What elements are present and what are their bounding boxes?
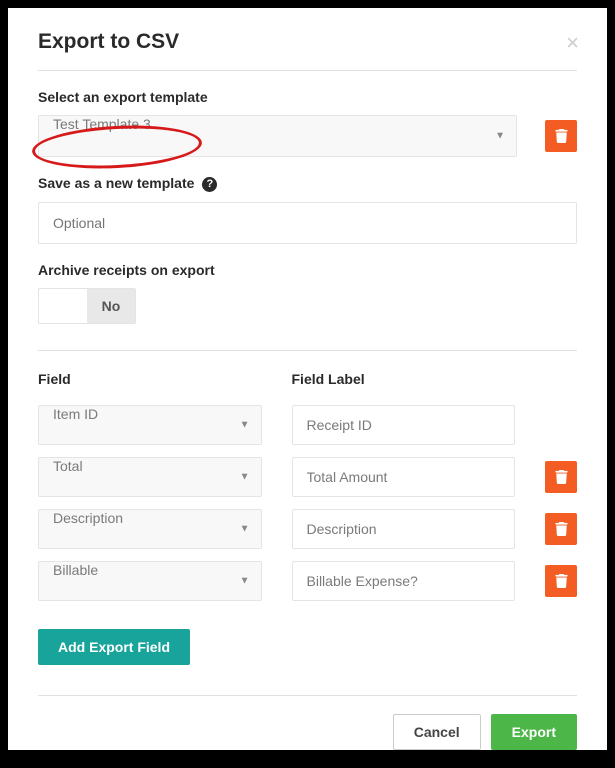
delete-template-button[interactable] [545, 120, 577, 152]
field-row: Total▼ [38, 457, 577, 497]
field-header: Field [38, 371, 262, 387]
field-row: Description▼ [38, 509, 577, 549]
modal-body: Select an export template Test Template … [8, 89, 607, 665]
field-select[interactable]: Item ID▼ [38, 405, 262, 445]
add-export-field-button[interactable]: Add Export Field [38, 629, 190, 665]
field-label-input[interactable] [292, 561, 516, 601]
field-select-value: Total [38, 457, 262, 497]
field-select-value: Billable [38, 561, 262, 601]
delete-field-button[interactable] [545, 513, 577, 545]
field-label-input-wrap [292, 405, 516, 445]
field-row: Billable▼ [38, 561, 577, 601]
field-label-input-wrap [292, 509, 516, 549]
field-label-input[interactable] [292, 509, 516, 549]
archive-no: No [87, 289, 135, 323]
field-label-input[interactable] [292, 457, 516, 497]
divider [38, 70, 577, 71]
export-csv-modal: Export to CSV × Select an export templat… [8, 8, 607, 750]
trash-icon [555, 129, 568, 143]
archive-yes [39, 289, 87, 323]
delete-field-button[interactable] [545, 565, 577, 597]
field-select[interactable]: Description▼ [38, 509, 262, 549]
help-icon[interactable]: ? [202, 177, 217, 192]
fields-header-row: Field Field Label [38, 371, 577, 387]
template-row: Test Template 3 ▼ [38, 115, 577, 157]
save-as-label: Save as a new template ? [38, 175, 577, 192]
cancel-button[interactable]: Cancel [393, 714, 481, 750]
template-select[interactable]: Test Template 3 ▼ [38, 115, 517, 157]
trash-icon [555, 574, 568, 588]
field-label-input-wrap [292, 561, 516, 601]
trash-icon [555, 470, 568, 484]
archive-label: Archive receipts on export [38, 262, 577, 278]
divider [38, 350, 577, 351]
template-select-value: Test Template 3 [38, 115, 517, 157]
fields-container: Item ID▼ Total▼ Description▼ Billable▼ [38, 405, 577, 601]
template-label: Select an export template [38, 89, 577, 105]
field-label-input-wrap [292, 457, 516, 497]
delete-field-button[interactable] [545, 461, 577, 493]
trash-icon [555, 522, 568, 536]
modal-header: Export to CSV × [8, 8, 607, 64]
archive-toggle[interactable]: No [38, 288, 136, 324]
field-select[interactable]: Total▼ [38, 457, 262, 497]
close-icon[interactable]: × [566, 32, 579, 54]
export-button[interactable]: Export [491, 714, 577, 750]
field-select-value: Item ID [38, 405, 262, 445]
modal-title: Export to CSV [38, 30, 577, 54]
field-label-input[interactable] [292, 405, 516, 445]
save-as-input[interactable] [38, 202, 577, 244]
field-select-value: Description [38, 509, 262, 549]
field-row: Item ID▼ [38, 405, 577, 445]
field-select[interactable]: Billable▼ [38, 561, 262, 601]
field-label-header: Field Label [292, 371, 516, 387]
modal-footer: Cancel Export [38, 695, 577, 768]
